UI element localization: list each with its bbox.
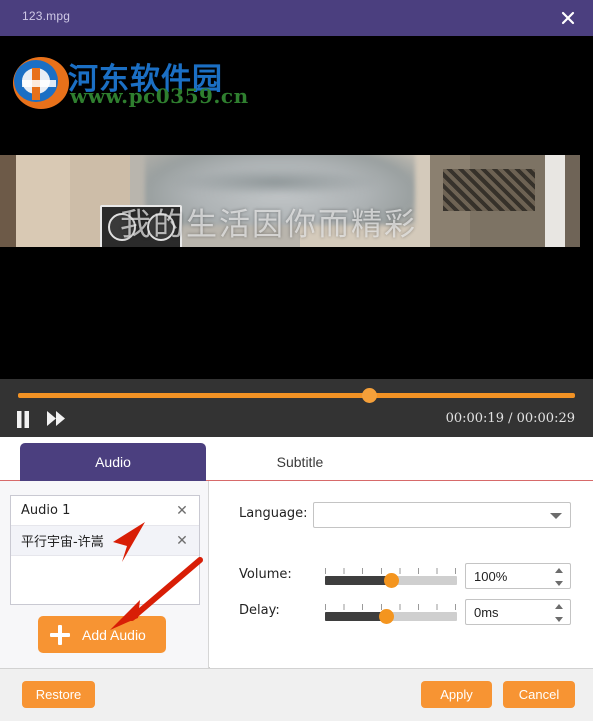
remove-track-icon[interactable]: ✕ [175,533,189,547]
delay-label: Delay: [239,603,280,618]
add-audio-label: Add Audio [82,626,146,643]
player-control-bar: 00:00:19 / 00:00:29 [0,379,593,437]
tab-audio[interactable]: Audio [20,443,206,481]
stepper-up-icon[interactable] [554,568,563,573]
stepper-down-icon[interactable] [554,581,563,586]
watermark-logo-icon [13,57,69,109]
delay-slider[interactable] [325,604,457,624]
spinner-arrows-icon[interactable] [554,604,563,622]
cancel-button[interactable]: Cancel [503,681,575,708]
seek-bar-thumb[interactable] [361,388,377,403]
watermark-site-name: 河东软件园 [68,62,223,97]
watermark-site-url: www.pc0359.cn [70,84,249,108]
cancel-button-label: Cancel [518,687,560,702]
video-frame: 我的生活因你而精彩 [0,155,580,247]
delay-slider-ticks [325,604,457,610]
volume-slider-thumb[interactable] [384,573,399,588]
stepper-up-icon[interactable] [554,604,563,609]
language-label: Language: [239,506,308,521]
title-bar: 123.mpg [0,0,593,36]
audio-settings-form: Language: Volume: 100% Delay: 0ms [210,481,593,668]
volume-label: Volume: [239,567,292,582]
delay-row: Delay: 0ms [210,599,593,625]
audio-track-panel: Audio 1 ✕ 平行宇宙-许嵩 ✕ Add Audio [0,481,209,668]
apply-button-label: Apply [440,687,473,702]
volume-slider[interactable] [325,568,457,588]
volume-row: Volume: 100% [210,563,593,589]
audio-track-list[interactable]: Audio 1 ✕ 平行宇宙-许嵩 ✕ [10,495,200,605]
list-item[interactable]: 平行宇宙-许嵩 ✕ [11,526,199,556]
time-display: 00:00:19 / 00:00:29 [445,411,575,426]
tab-bar: Audio Subtitle [0,437,593,481]
tab-subtitle-label: Subtitle [276,454,324,470]
delay-value: 0ms [474,605,499,620]
apply-button[interactable]: Apply [421,681,492,708]
dialog-body: Audio 1 ✕ 平行宇宙-许嵩 ✕ Add Audio Language: [0,481,593,668]
video-audio-settings-dialog: 123.mpg 我的生活因你而精彩 河东软件园 www.pc0359.cn 00… [0,0,593,721]
close-icon[interactable] [557,7,579,29]
audio-track-label: Audio 1 [21,503,71,518]
plus-icon [50,624,70,645]
watermark: 河东软件园 www.pc0359.cn [8,38,258,109]
video-caption-text: 我的生活因你而精彩 [120,207,417,243]
list-item[interactable]: Audio 1 ✕ [11,496,199,526]
delay-slider-fill [325,612,386,621]
audio-track-label: 平行宇宙-许嵩 [21,535,104,550]
video-preview[interactable]: 我的生活因你而精彩 河东软件园 www.pc0359.cn [0,36,593,379]
spinner-arrows-icon[interactable] [554,568,563,586]
chevron-down-icon [550,513,562,519]
volume-stepper[interactable]: 100% [465,563,571,589]
fast-forward-icon[interactable] [47,411,65,431]
language-row: Language: [210,502,593,528]
tab-subtitle[interactable]: Subtitle [206,443,394,481]
volume-slider-fill [325,576,391,585]
restore-button-label: Restore [35,687,82,702]
stepper-down-icon[interactable] [554,617,563,622]
pause-icon[interactable] [16,411,30,433]
remove-track-icon[interactable]: ✕ [175,503,189,517]
delay-slider-thumb[interactable] [378,609,394,624]
seek-bar[interactable] [18,388,575,403]
restore-button[interactable]: Restore [22,681,95,708]
window-title: 123.mpg [22,9,71,23]
language-select[interactable] [313,502,571,528]
tab-audio-label: Audio [95,454,131,470]
video-prop-pattern [443,169,535,211]
video-subject-blur-secondary [175,169,375,195]
volume-value: 100% [474,569,508,584]
add-audio-button[interactable]: Add Audio [38,616,166,653]
dialog-footer: Restore Apply Cancel [0,668,593,721]
delay-stepper[interactable]: 0ms [465,599,571,625]
